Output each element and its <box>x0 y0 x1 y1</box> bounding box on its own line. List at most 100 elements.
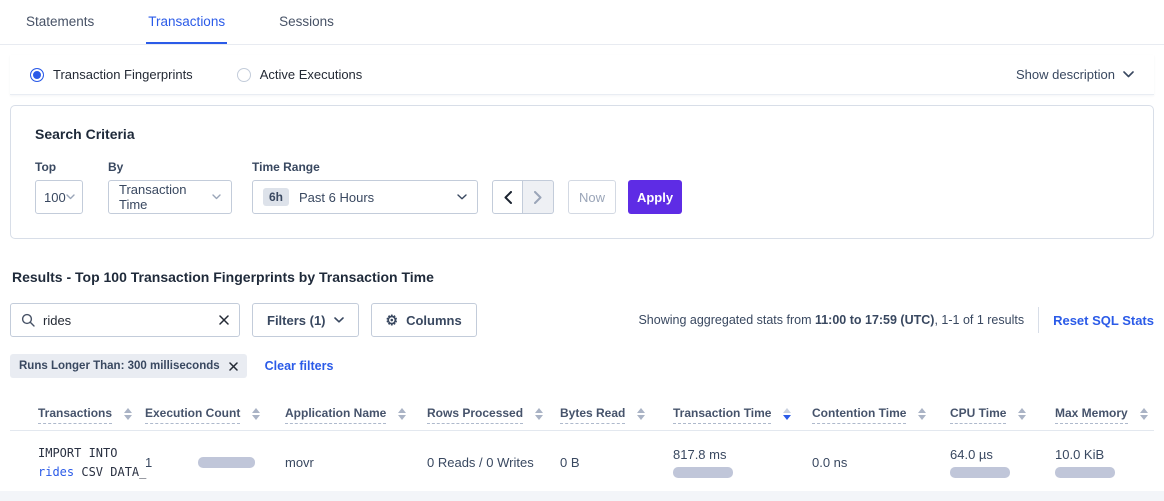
max-memory-bar <box>1055 467 1115 478</box>
sort-icon[interactable] <box>252 408 260 420</box>
stats-time-range: 11:00 to 17:59 (UTC) <box>815 313 934 327</box>
chevron-down-icon <box>1123 71 1134 78</box>
chevron-down-icon <box>212 194 221 200</box>
tab-transactions[interactable]: Transactions <box>146 0 227 44</box>
radio-label: Transaction Fingerprints <box>53 67 193 82</box>
gear-icon: ⚙ <box>386 313 399 327</box>
previous-time-range-button[interactable] <box>492 180 523 214</box>
table-header-row: Transactions Execution Count Application… <box>10 394 1154 431</box>
stats-text: Showing aggregated stats from 11:00 to 1… <box>638 313 1024 327</box>
show-description-toggle[interactable]: Show description <box>1016 67 1134 82</box>
results-toolbar: Filters (1) ⚙ Columns Showing aggregated… <box>10 303 1154 337</box>
cpu-time-bar <box>950 467 1010 478</box>
column-header-rows-processed[interactable]: Rows Processed <box>427 394 560 431</box>
apply-button[interactable]: Apply <box>628 180 682 214</box>
search-criteria-title: Search Criteria <box>35 126 1129 142</box>
top-label: Top <box>35 160 83 174</box>
time-range-field: Time Range 6h Past 6 Hours <box>252 160 478 214</box>
cell-rows-processed: 0 Reads / 0 Writes <box>427 431 560 495</box>
time-range-value: Past 6 Hours <box>299 190 374 205</box>
show-description-label: Show description <box>1016 67 1115 82</box>
sort-desc-icon[interactable] <box>783 408 791 420</box>
time-range-arrows <box>492 180 554 214</box>
sort-icon[interactable] <box>637 408 645 420</box>
filter-chip: Runs Longer Than: 300 milliseconds <box>10 354 247 378</box>
column-header-cpu-time[interactable]: CPU Time <box>950 394 1055 431</box>
radio-transaction-fingerprints[interactable]: Transaction Fingerprints <box>30 67 193 82</box>
cell-transaction-time: 817.8 ms <box>673 431 812 495</box>
column-header-transaction-time[interactable]: Transaction Time <box>673 394 812 431</box>
sort-icon[interactable] <box>535 408 543 420</box>
radio-unselected-icon <box>237 68 251 82</box>
chevron-left-icon <box>504 191 512 204</box>
results-table: Transactions Execution Count Application… <box>10 394 1154 495</box>
reset-sql-stats-link[interactable]: Reset SQL Stats <box>1053 313 1154 328</box>
transaction-time-bar <box>673 467 733 478</box>
table-row: IMPORT INTO rides CSV DATA_ 1 movr 0 Rea… <box>10 431 1154 495</box>
sort-icon[interactable] <box>124 408 132 420</box>
sort-icon[interactable] <box>398 408 406 420</box>
cell-transaction-fingerprint[interactable]: IMPORT INTO rides CSV DATA_ <box>10 431 145 495</box>
clear-search-icon[interactable] <box>219 315 229 325</box>
search-criteria-controls: Top 100 By Transaction Time <box>35 160 1129 214</box>
cell-bytes-read: 0 B <box>560 431 673 495</box>
tab-statements[interactable]: Statements <box>24 0 96 44</box>
cell-cpu-time: 64.0 µs <box>950 431 1055 495</box>
transactions-page: Statements Transactions Sessions Transac… <box>0 0 1164 501</box>
chevron-down-icon <box>334 317 344 323</box>
radio-selected-icon <box>30 68 44 82</box>
filters-button[interactable]: Filters (1) <box>252 303 359 337</box>
by-select[interactable]: Transaction Time <box>108 180 232 214</box>
column-header-max-memory[interactable]: Max Memory <box>1055 394 1154 431</box>
now-button[interactable]: Now <box>568 180 616 214</box>
results-heading: Results - Top 100 Transaction Fingerprin… <box>12 269 1152 285</box>
column-header-transactions[interactable]: Transactions <box>10 394 145 431</box>
radio-label: Active Executions <box>260 67 363 82</box>
by-field: By Transaction Time <box>108 160 232 214</box>
column-header-application-name[interactable]: Application Name <box>285 394 427 431</box>
search-box <box>10 303 240 337</box>
chevron-down-icon <box>66 194 75 200</box>
clear-filters-link[interactable]: Clear filters <box>265 359 334 373</box>
search-icon <box>21 313 35 327</box>
remove-filter-icon[interactable] <box>229 362 238 371</box>
active-filters-row: Runs Longer Than: 300 milliseconds Clear… <box>10 354 1154 378</box>
sort-icon[interactable] <box>918 408 926 420</box>
top-tab-bar: Statements Transactions Sessions <box>0 0 1164 45</box>
top-select[interactable]: 100 <box>35 180 83 214</box>
chevron-right-icon <box>534 191 542 204</box>
execution-count-bar <box>198 457 255 468</box>
search-input[interactable] <box>43 313 211 328</box>
time-range-badge: 6h <box>263 188 289 206</box>
column-header-execution-count[interactable]: Execution Count <box>145 394 285 431</box>
by-select-value: Transaction Time <box>119 182 212 212</box>
columns-label: Columns <box>406 313 462 328</box>
radio-active-executions[interactable]: Active Executions <box>237 67 363 82</box>
transaction-statement-link[interactable]: IMPORT INTO rides CSV DATA_ <box>38 444 137 481</box>
chevron-down-icon <box>457 194 467 200</box>
next-time-range-button[interactable] <box>523 180 554 214</box>
by-label: By <box>108 160 232 174</box>
page-bottom-strip <box>0 491 1164 501</box>
columns-button[interactable]: ⚙ Columns <box>371 303 477 337</box>
cell-max-memory: 10.0 KiB <box>1055 431 1154 495</box>
time-range-label: Time Range <box>252 160 478 174</box>
aggregated-stats: Showing aggregated stats from 11:00 to 1… <box>638 307 1154 333</box>
filter-chip-label: Runs Longer Than: 300 milliseconds <box>19 360 220 372</box>
cell-contention-time: 0.0 ns <box>812 431 950 495</box>
top-field: Top 100 <box>35 160 83 214</box>
top-select-value: 100 <box>44 190 66 205</box>
search-criteria-card: Search Criteria Top 100 By Transaction T… <box>10 105 1154 239</box>
filters-label: Filters (1) <box>267 313 326 328</box>
search-match-highlight: rides <box>38 465 74 479</box>
cell-execution-count: 1 <box>145 431 285 495</box>
time-range-select[interactable]: 6h Past 6 Hours <box>252 180 478 214</box>
column-header-bytes-read[interactable]: Bytes Read <box>560 394 673 431</box>
column-header-contention-time[interactable]: Contention Time <box>812 394 950 431</box>
cell-application-name: movr <box>285 431 427 495</box>
view-toggle-bar: Transaction Fingerprints Active Executio… <box>10 55 1154 95</box>
tab-sessions[interactable]: Sessions <box>277 0 336 44</box>
vertical-divider <box>1038 307 1039 333</box>
sort-icon[interactable] <box>1018 408 1026 420</box>
sort-icon[interactable] <box>1140 408 1148 420</box>
